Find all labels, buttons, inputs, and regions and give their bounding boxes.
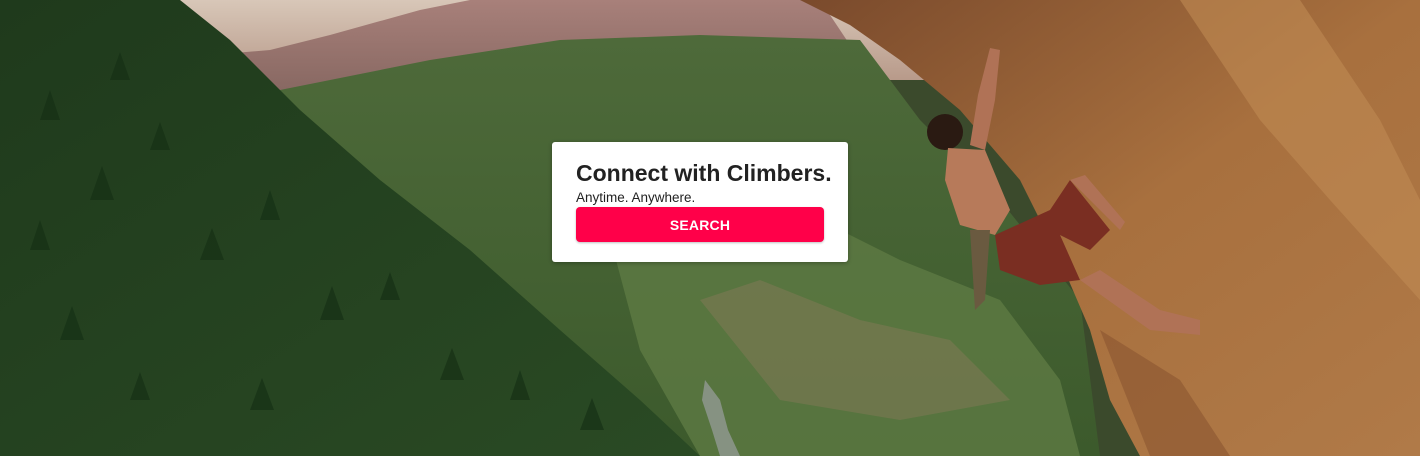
hero-title: Connect with Climbers. [576, 160, 832, 186]
hero-subtitle: Anytime. Anywhere. [576, 190, 696, 205]
hero-section: Connect with Climbers. Anytime. Anywhere… [0, 0, 1420, 456]
search-button[interactable]: SEARCH [576, 207, 824, 242]
connect-card: Connect with Climbers. Anytime. Anywhere… [552, 142, 848, 262]
